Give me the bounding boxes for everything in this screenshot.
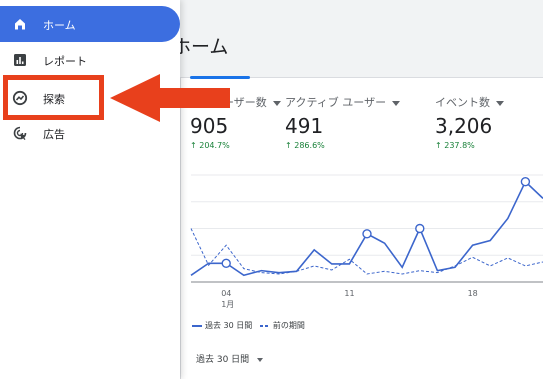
metric-change: ↑ 286.6% (285, 141, 325, 150)
legend-current: 過去 30 日間 (205, 321, 253, 330)
metric-label: アクティブ ユーザー (285, 94, 401, 110)
sidebar-item-label: ホーム (43, 19, 76, 32)
main-header (180, 0, 543, 78)
ads-cursor-icon (13, 126, 27, 140)
bar-chart-icon (14, 54, 26, 66)
line-chart: 04 1月 11 18 (190, 174, 543, 309)
legend-dashed-swatch (259, 324, 270, 327)
metric-value: 491 (285, 114, 324, 138)
data-point-marker[interactable] (415, 223, 425, 234)
chevron-down-icon (257, 357, 264, 362)
home-icon (15, 19, 25, 30)
chevron-down-icon (392, 100, 401, 106)
data-point-marker[interactable] (221, 258, 231, 268)
app-root: ホーム 新規ユーザー数 905 ↑ 204.7% アクティブ ユーザー 491 … (0, 0, 543, 379)
highlight-box (3, 75, 104, 120)
data-point-marker[interactable] (520, 176, 531, 187)
x-tick-label: 11 (344, 289, 354, 298)
chevron-down-icon (496, 100, 504, 106)
sidebar-item-home[interactable]: ホーム (0, 6, 180, 42)
x-tick-label: 18 (468, 289, 478, 298)
legend-solid-swatch (192, 324, 202, 327)
x-tick-label: 1月 (221, 300, 234, 309)
metric-label: イベント数 (435, 94, 504, 110)
sidebar-item-label: 広告 (43, 128, 65, 141)
x-tick-label: 04 (221, 289, 231, 298)
metric-change: ↑ 237.8% (435, 141, 475, 150)
chevron-down-icon (272, 100, 281, 106)
metric-change: ↑ 204.7% (190, 141, 230, 150)
date-range-label: 過去 30 日間 (196, 355, 250, 365)
chart-legend: 過去 30 日間 前の期間 (192, 320, 305, 331)
sidebar: ホーム レポート 探索 広告 (0, 0, 180, 379)
data-point-marker[interactable] (362, 229, 372, 239)
metric-value: 3,206 (435, 114, 493, 138)
sidebar-item-label: レポート (43, 55, 87, 68)
legend-previous: 前の期間 (272, 321, 305, 330)
red-arrow-icon (110, 74, 230, 122)
date-range-select[interactable]: 過去 30 日間 (196, 352, 264, 365)
page-title: ホーム (172, 36, 229, 58)
